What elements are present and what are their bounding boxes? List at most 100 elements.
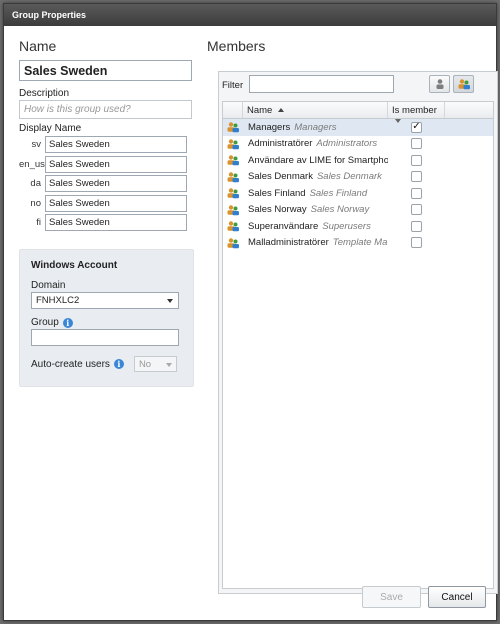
chevron-down-icon [165,363,172,367]
display-name-input-fi[interactable] [45,214,187,232]
info-icon[interactable]: i [62,317,73,328]
table-row[interactable]: Administratörer Administrators [223,136,493,153]
member-name: Malladministratörer [248,237,329,249]
member-name: Sales Denmark [248,171,313,183]
member-name: Sales Finland [248,187,306,199]
display-name-input-no[interactable] [45,194,187,212]
lang-code: en_us [19,158,45,170]
user-group-icon [223,220,243,232]
display-name-row-da: da [19,174,194,194]
members-grid: Name Is member Managers Managers ✓ Administ… [222,101,494,589]
lang-code: no [30,197,41,209]
is-member-cell [388,187,445,199]
is-member-checkbox[interactable] [411,220,422,232]
display-name-label: Display Name [19,123,82,134]
member-name-translation: Sales Finland [309,187,368,199]
save-button[interactable]: Save [362,586,421,608]
user-group-icon [223,138,243,150]
sort-ascending-icon [277,108,284,113]
groups-filter-button[interactable] [453,75,474,93]
user-group-icon [223,121,243,133]
is-member-checkbox[interactable] [411,171,422,183]
domain-select-value: FNHXLC2 [36,294,80,306]
is-member-checkbox[interactable] [411,187,422,199]
table-row[interactable]: Managers Managers ✓ [223,119,493,136]
info-icon[interactable]: i [113,359,124,369]
table-row[interactable]: Användare av LIME for Smartphor [223,152,493,169]
member-name-cell: Sales Finland Sales Finland [243,188,388,199]
table-row[interactable]: Sales Norway Sales Norway [223,202,493,219]
member-name-translation: Administrators [316,138,378,150]
user-group-icon [223,187,243,199]
domain-select[interactable]: FNHXLC2 [31,291,179,309]
name-column-header[interactable]: Name [243,102,388,118]
member-name: Superanvändare [248,220,319,232]
lang-code: da [30,178,41,190]
domain-label-text: Domain [31,280,66,291]
member-name-cell: Managers Managers [243,122,388,133]
group-input[interactable] [31,328,179,346]
members-panel: Members [207,38,492,58]
is-member-cell [388,237,445,249]
member-name-cell: Användare av LIME for Smartphor [243,155,388,166]
member-name-translation: Managers [294,121,337,133]
auto-create-select[interactable]: No [133,356,177,372]
table-row[interactable]: Superanvändare Superusers [223,218,493,235]
display-name-input-en-us[interactable] [45,155,187,173]
is-member-cell: ✓ [388,121,445,133]
description-input[interactable]: How is this group used? [19,100,192,119]
lang-code: sv [31,139,42,151]
table-row[interactable]: Malladministratörer Template Ma [223,235,493,252]
chevron-down-icon [167,298,173,303]
member-name: Sales Norway [248,204,307,216]
member-name-translation: Superusers [322,220,371,232]
is-member-cell [388,138,445,150]
display-name-input-sv[interactable] [45,136,187,154]
is-member-column-label: Is member [392,105,437,116]
lang-code: fi [36,217,41,229]
single-user-filter-button[interactable] [429,75,450,93]
member-name: Managers [248,121,291,133]
windows-account-heading: Windows Account [31,259,118,271]
is-member-checkbox[interactable]: ✓ [411,121,422,133]
member-name-translation: Sales Norway [310,204,370,216]
member-name: Administratörer [248,138,313,150]
user-group-icon [223,154,243,166]
is-member-column-header[interactable]: Is member [388,102,445,124]
display-name-row-no: no [19,194,194,214]
member-name: Användare av LIME for Smartphor [248,154,388,166]
display-name-input-da[interactable] [45,175,187,193]
grid-header: Name Is member [223,102,493,124]
member-name-cell: Sales Norway Sales Norway [243,204,388,215]
is-member-checkbox[interactable] [411,138,422,150]
members-box: Filter Name Is member Managers Managers … [218,71,498,594]
member-name-cell: Sales Denmark Sales Denmark [243,171,388,182]
group-properties-dialog: Group Properties Name Description How is… [3,3,498,621]
auto-create-label: Auto-create users [31,358,110,370]
windows-account-panel: Windows Account Domain FNHXLC2 Group i A… [19,248,194,387]
group-details-panel: Name Description How is this group used?… [19,38,194,387]
members-rows: Managers Managers ✓ Administratörer Administ… [223,119,493,251]
is-member-checkbox[interactable] [411,237,422,249]
icon-column-header [223,102,243,118]
group-label-text: Group [31,317,59,328]
display-name-row-fi: fi [19,213,194,233]
is-member-cell [388,220,445,232]
is-member-cell [388,154,445,166]
member-name-translation: Sales Denmark [316,171,382,183]
group-name-input[interactable] [19,60,192,81]
members-heading: Members [207,38,266,54]
table-row[interactable]: Sales Finland Sales Finland [223,185,493,202]
name-column-label: Name [247,105,273,116]
is-member-cell [388,171,445,183]
dialog-title: Group Properties [4,4,496,26]
filter-input[interactable] [249,75,394,93]
user-group-icon [223,171,243,183]
user-group-icon [223,237,243,249]
table-row[interactable]: Sales Denmark Sales Denmark [223,169,493,186]
cancel-button[interactable]: Cancel [428,586,486,608]
filter-row: Filter [219,75,497,95]
is-member-checkbox[interactable] [411,154,422,166]
group-label: Group i [31,317,182,329]
is-member-checkbox[interactable] [411,204,422,216]
